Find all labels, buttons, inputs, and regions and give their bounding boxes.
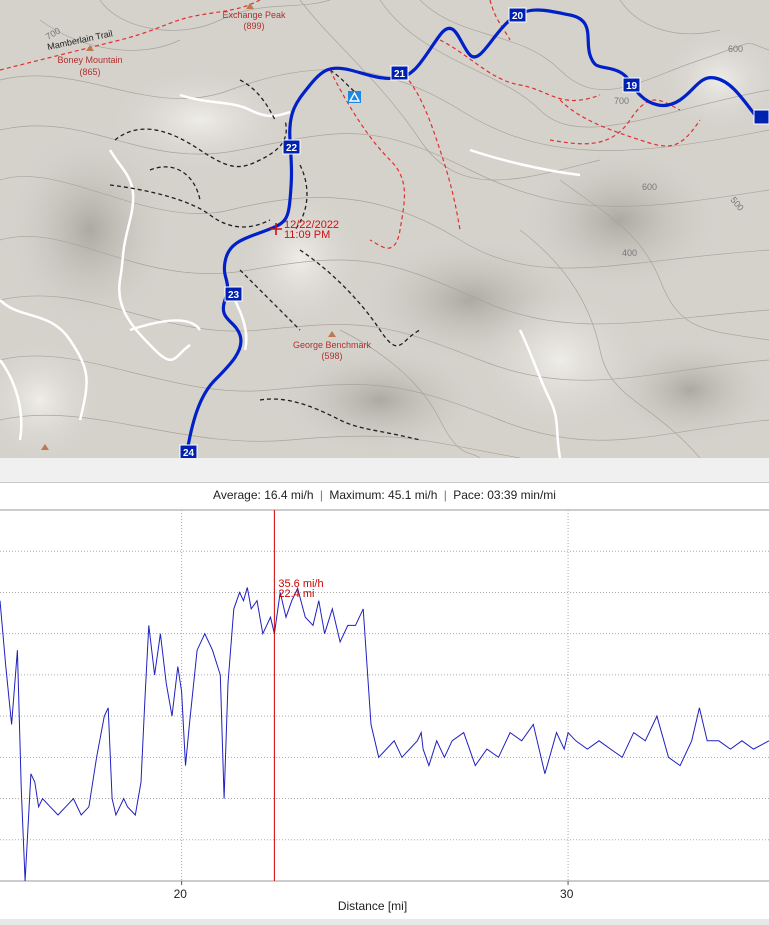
marker-24: 24 (179, 444, 198, 458)
speed-series-line (0, 586, 769, 882)
peak-elev: (865) (79, 67, 100, 77)
peak-name: George Benchmark (293, 340, 372, 350)
map-canvas[interactable]: 19 20 21 22 23 24 Exchange Peak (899) Bo… (0, 0, 769, 458)
marker-20: 20 (508, 7, 527, 23)
plot-area[interactable]: 35.6 mi/h22.4 mi (0, 483, 769, 925)
chart-footer (0, 919, 769, 925)
map-cursor-time: 11:09 PM (284, 229, 330, 241)
marker-22: 22 (282, 139, 301, 155)
contour-label: 600 (728, 44, 743, 54)
panel-splitter[interactable] (0, 458, 769, 483)
marker-22-label: 22 (286, 143, 298, 154)
speed-profile-chart[interactable]: Average: 16.4 mi/h | Maximum: 45.1 mi/h … (0, 483, 769, 925)
marker-24-label: 24 (183, 448, 195, 458)
marker-23: 23 (224, 286, 243, 302)
peak-elev: (598) (321, 351, 342, 361)
cursor-distance-label: 22.4 mi (278, 588, 314, 600)
marker-21: 21 (390, 65, 409, 81)
contour-label: 700 (614, 96, 629, 106)
marker-19: 19 (622, 77, 641, 93)
contour-label: 400 (622, 248, 637, 258)
x-axis-label: Distance [mi] (337, 899, 408, 913)
marker-19-label: 19 (626, 81, 638, 92)
marker-23-label: 23 (228, 290, 240, 301)
map-view[interactable]: 19 20 21 22 23 24 Exchange Peak (899) Bo… (0, 0, 769, 458)
peak-elev: (899) (243, 21, 264, 31)
contour-label: 600 (642, 182, 657, 192)
peak-name: Exchange Peak (222, 10, 286, 20)
peak-name: Boney Mountain (57, 55, 122, 65)
marker-21-label: 21 (394, 69, 406, 80)
marker-20-label: 20 (512, 11, 524, 22)
campsite-icon (348, 91, 361, 103)
track-end-marker (753, 109, 769, 125)
